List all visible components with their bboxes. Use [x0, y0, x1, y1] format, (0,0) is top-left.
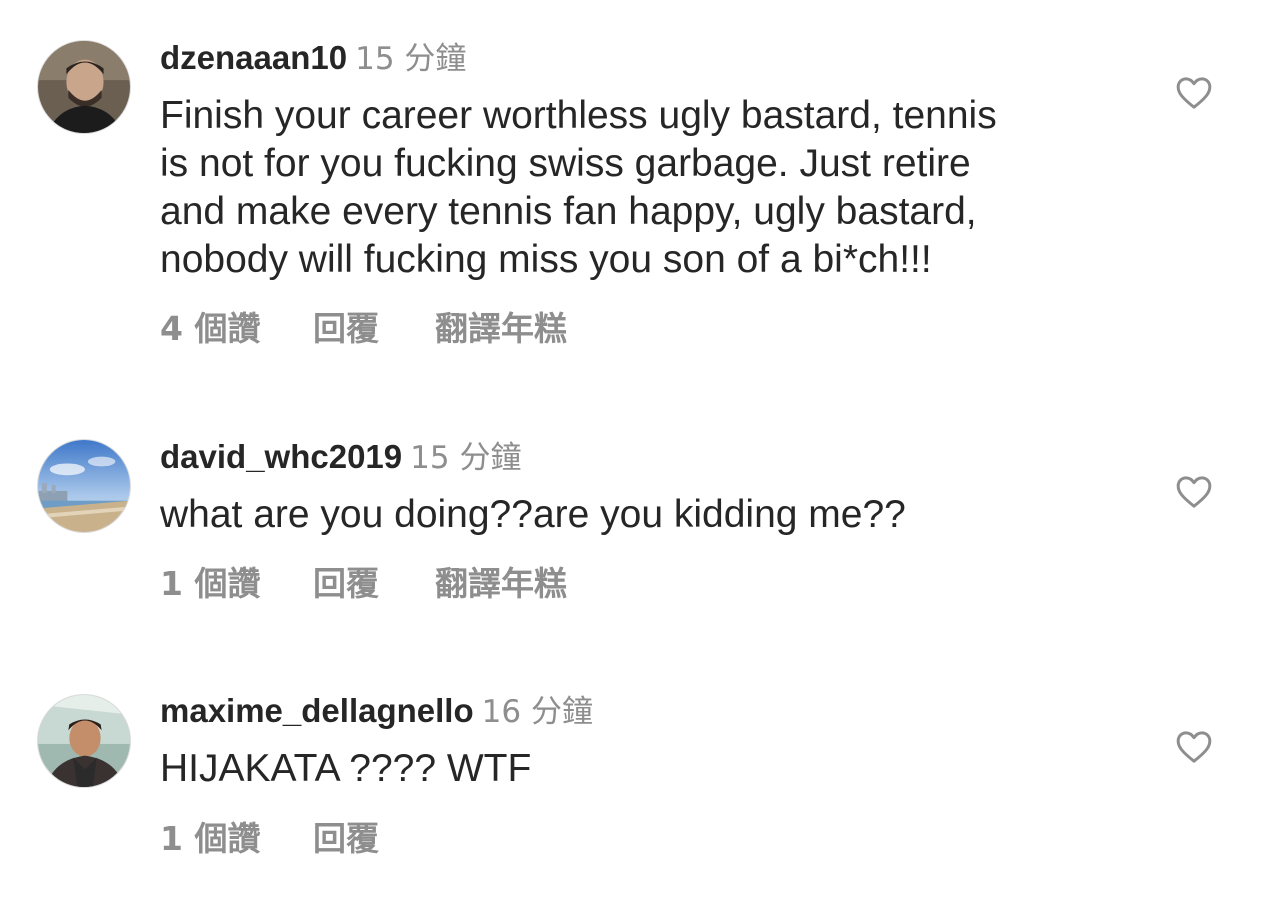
- avatar[interactable]: [37, 439, 131, 533]
- avatar-photo: [38, 41, 130, 133]
- reply-button[interactable]: 回覆: [313, 309, 435, 349]
- like-button[interactable]: [1174, 727, 1214, 767]
- comment-actions: 1 個讚 回覆 翻譯年糕: [160, 564, 567, 604]
- translate-button[interactable]: 翻譯年糕: [435, 564, 567, 604]
- heart-outline-icon: [1176, 476, 1212, 508]
- likes-count[interactable]: 1 個讚: [160, 819, 313, 859]
- comment-text: HIJAKATA ???? WTF: [160, 747, 532, 790]
- comment-actions: 1 個讚 回覆: [160, 819, 435, 859]
- comment-header: dzenaaan10 15 分鐘: [160, 38, 466, 79]
- avatar[interactable]: [37, 694, 131, 788]
- reply-button[interactable]: 回覆: [313, 564, 435, 604]
- timestamp: 15 分鐘: [410, 440, 522, 476]
- like-button[interactable]: [1174, 73, 1214, 113]
- avatar-photo: [38, 695, 130, 787]
- timestamp: 16 分鐘: [481, 694, 593, 730]
- username[interactable]: maxime_dellagnello: [160, 692, 474, 729]
- likes-count[interactable]: 4 個讚: [160, 309, 313, 349]
- like-button[interactable]: [1174, 472, 1214, 512]
- comment-header: maxime_dellagnello 16 分鐘: [160, 691, 593, 732]
- comment-actions: 4 個讚 回覆 翻譯年糕: [160, 309, 567, 349]
- comment-text: Finish your career worthless ugly bastar…: [160, 94, 997, 281]
- avatar-photo: [38, 440, 130, 532]
- translate-button[interactable]: 翻譯年糕: [435, 309, 567, 349]
- heart-outline-icon: [1176, 77, 1212, 109]
- comment-text: what are you doing??are you kidding me??: [160, 493, 906, 536]
- username[interactable]: dzenaaan10: [160, 39, 347, 76]
- username[interactable]: david_whc2019: [160, 438, 402, 475]
- likes-count[interactable]: 1 個讚: [160, 564, 313, 604]
- avatar[interactable]: [37, 40, 131, 134]
- timestamp: 15 分鐘: [355, 41, 467, 77]
- reply-button[interactable]: 回覆: [313, 819, 435, 859]
- heart-outline-icon: [1176, 731, 1212, 763]
- comment-header: david_whc2019 15 分鐘: [160, 437, 521, 478]
